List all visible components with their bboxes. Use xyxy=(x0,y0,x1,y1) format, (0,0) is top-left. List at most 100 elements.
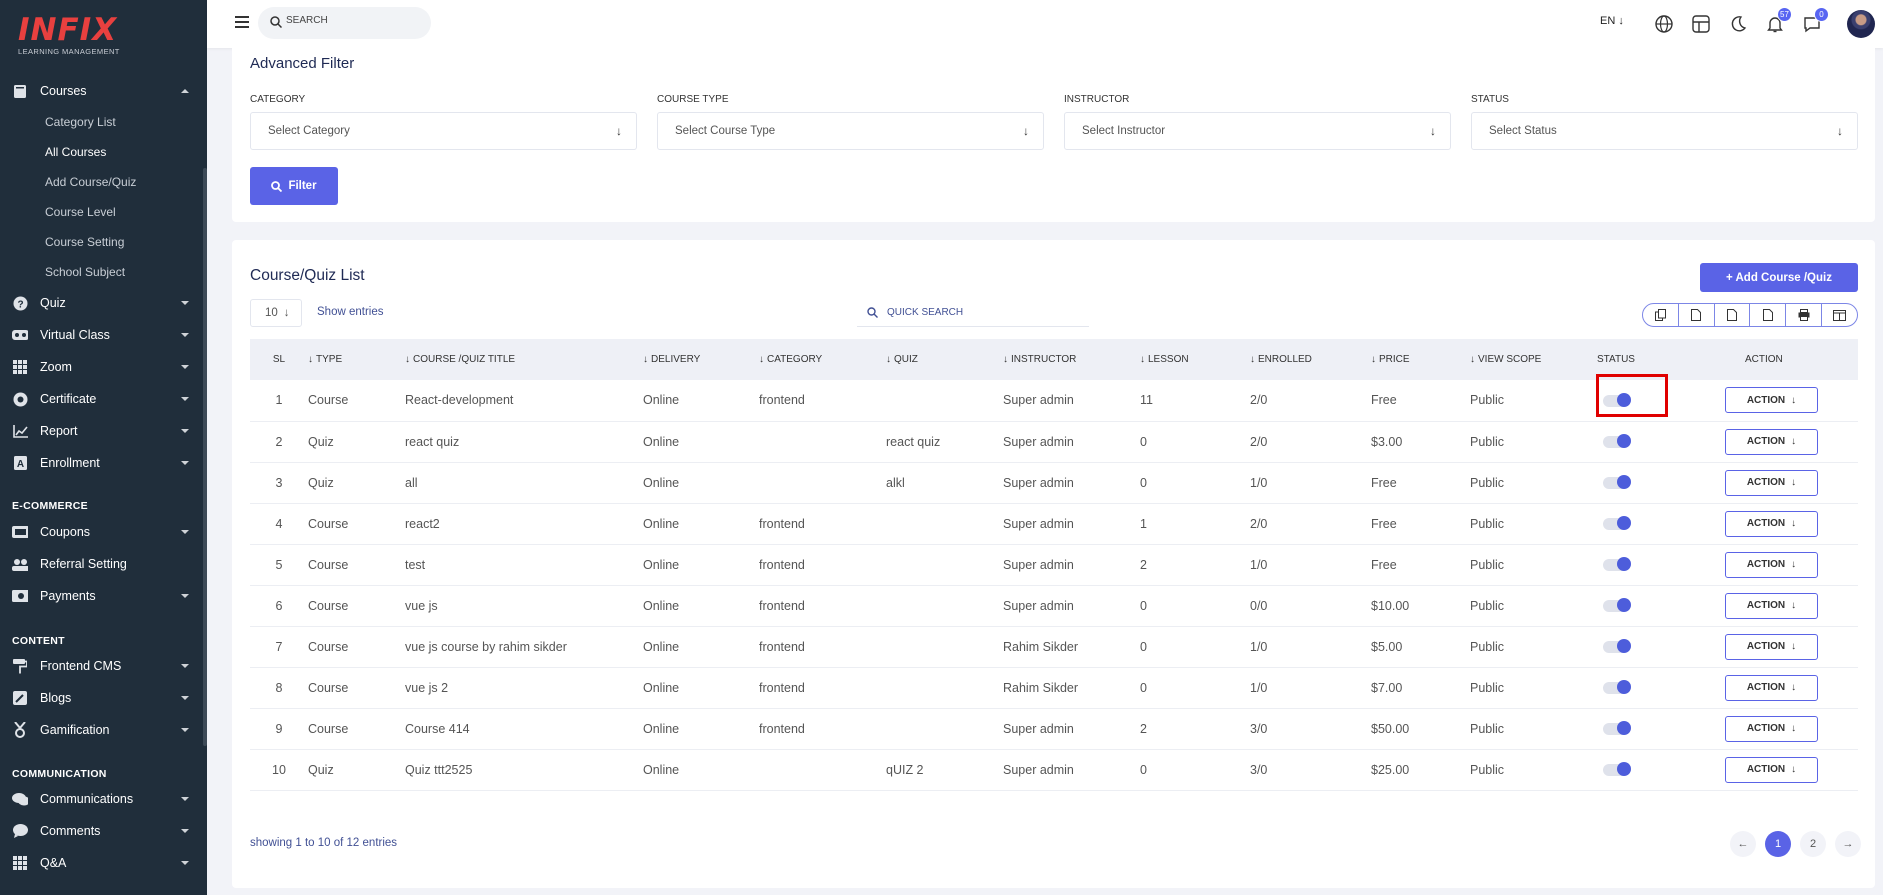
status-toggle[interactable] xyxy=(1603,639,1631,654)
cell-category: frontend xyxy=(759,626,886,668)
column-header-price[interactable]: ↓ PRICE xyxy=(1371,339,1470,380)
action-button[interactable]: ACTION ↓ xyxy=(1725,715,1818,742)
submenu-course-level[interactable]: Course Level xyxy=(45,202,116,222)
sidebar-item-gamification[interactable]: Gamification xyxy=(0,716,203,744)
cell-category: frontend xyxy=(759,503,886,545)
arrow-down-icon: ↓ xyxy=(1430,124,1436,138)
action-button[interactable]: ACTION ↓ xyxy=(1725,592,1818,619)
status-toggle[interactable] xyxy=(1603,762,1631,777)
sidebar-item-certificate[interactable]: Certificate xyxy=(0,385,203,413)
action-button[interactable]: ACTION ↓ xyxy=(1725,633,1818,660)
next-page-button[interactable]: → xyxy=(1835,831,1861,857)
cell-delivery: Online xyxy=(643,544,759,586)
column-header-enrolled[interactable]: ↓ ENROLLED xyxy=(1250,339,1371,380)
status-toggle[interactable] xyxy=(1603,721,1631,736)
sidebar-item-comments[interactable]: Comments xyxy=(0,817,203,845)
layout-icon[interactable] xyxy=(1690,13,1712,35)
sidebar-item-communications[interactable]: Communications xyxy=(0,785,203,813)
column-header-instructor[interactable]: ↓ INSTRUCTOR xyxy=(1003,339,1140,380)
sidebar-item-referral-setting[interactable]: Referral Setting xyxy=(0,550,203,578)
instructor-select[interactable]: Select Instructor ↓ xyxy=(1064,112,1451,150)
message-icon[interactable]: 0 xyxy=(1801,7,1829,35)
cell-view-scope: Public xyxy=(1470,421,1585,463)
search-input[interactable] xyxy=(286,15,416,26)
sidebar-item-zoom[interactable]: Zoom xyxy=(0,353,203,381)
submenu-all-courses[interactable]: All Courses xyxy=(45,142,106,162)
sidebar-item-label: Payments xyxy=(40,589,96,603)
column-header-view-scope[interactable]: ↓ VIEW SCOPE xyxy=(1470,339,1585,380)
page-button-1[interactable]: 1 xyxy=(1765,831,1791,857)
action-button[interactable]: ACTION ↓ xyxy=(1725,387,1818,414)
action-button-label: ACTION xyxy=(1746,477,1786,488)
status-select[interactable]: Select Status ↓ xyxy=(1471,112,1858,150)
hamburger-menu-icon[interactable] xyxy=(235,16,249,28)
pdf-file-icon[interactable] xyxy=(1750,304,1787,326)
sidebar-item-courses[interactable]: Courses xyxy=(0,77,203,105)
search-box[interactable] xyxy=(258,7,431,39)
category-select[interactable]: Select Category ↓ xyxy=(250,112,637,150)
action-button[interactable]: ACTION ↓ xyxy=(1725,469,1818,496)
entries-per-page-select[interactable]: 10 ↓ xyxy=(250,299,302,327)
prev-page-button[interactable]: ← xyxy=(1730,831,1756,857)
search-icon xyxy=(867,307,878,318)
cell-instructor: Super admin xyxy=(1003,749,1140,791)
sidebar-item-virtual-class[interactable]: Virtual Class xyxy=(0,321,203,349)
status-toggle[interactable] xyxy=(1603,434,1631,449)
column-header-title[interactable]: ↓ COURSE /QUIZ TITLE xyxy=(405,339,643,380)
chevron-down-icon xyxy=(181,397,189,401)
cell-type: Course xyxy=(308,503,405,545)
submenu-category-list[interactable]: Category List xyxy=(45,112,116,132)
sidebar-scrollbar[interactable] xyxy=(203,168,207,746)
add-course-quiz-button[interactable]: + Add Course /Quiz xyxy=(1700,263,1858,292)
sidebar-item-report[interactable]: Report xyxy=(0,417,203,445)
cell-instructor: Super admin xyxy=(1003,380,1140,422)
sidebar-item-blogs[interactable]: Blogs xyxy=(0,684,203,712)
chevron-down-icon xyxy=(181,429,189,433)
copy-icon[interactable] xyxy=(1643,304,1679,326)
action-button[interactable]: ACTION ↓ xyxy=(1725,428,1818,455)
excel-file-icon[interactable] xyxy=(1715,304,1751,326)
status-toggle[interactable] xyxy=(1603,598,1631,613)
action-button-label: ACTION xyxy=(1746,641,1786,652)
submenu-course-setting[interactable]: Course Setting xyxy=(45,232,124,252)
print-icon[interactable] xyxy=(1786,304,1823,326)
page-button-2[interactable]: 2 xyxy=(1800,831,1826,857)
action-button[interactable]: ACTION ↓ xyxy=(1725,510,1818,537)
status-toggle[interactable] xyxy=(1603,680,1631,695)
column-header-type[interactable]: ↓ TYPE xyxy=(308,339,405,380)
status-toggle[interactable] xyxy=(1603,557,1631,572)
logo[interactable]: INFIX LEARNING MANAGEMENT xyxy=(18,14,122,56)
globe-icon[interactable] xyxy=(1653,13,1675,35)
message-badge: 0 xyxy=(1814,7,1829,22)
status-toggle[interactable] xyxy=(1603,475,1631,490)
column-header-lesson[interactable]: ↓ LESSON xyxy=(1140,339,1250,380)
arrow-down-icon: ↓ xyxy=(1618,15,1624,27)
chevron-down-icon xyxy=(181,664,189,668)
filter-button[interactable]: Filter xyxy=(250,167,338,205)
column-header-category[interactable]: ↓ CATEGORY xyxy=(759,339,886,380)
csv-file-icon[interactable] xyxy=(1679,304,1715,326)
action-button[interactable]: ACTION ↓ xyxy=(1725,551,1818,578)
cell-type: Course xyxy=(308,626,405,668)
submenu-school-subject[interactable]: School Subject xyxy=(45,262,125,282)
sidebar-item-coupons[interactable]: Coupons xyxy=(0,518,203,546)
action-button[interactable]: ACTION ↓ xyxy=(1725,756,1818,783)
sidebar-item-qa[interactable]: Q&A xyxy=(0,849,203,877)
action-button[interactable]: ACTION ↓ xyxy=(1725,674,1818,701)
bell-icon[interactable]: 57 xyxy=(1764,7,1792,35)
columns-icon[interactable] xyxy=(1822,304,1857,326)
sidebar-item-quiz[interactable]: ? Quiz xyxy=(0,289,203,317)
moon-icon[interactable] xyxy=(1727,13,1749,35)
status-toggle[interactable] xyxy=(1603,516,1631,531)
sidebar-item-payments[interactable]: Payments xyxy=(0,582,203,610)
sidebar-item-frontend-cms[interactable]: Frontend CMS xyxy=(0,652,203,680)
sidebar-item-enrollment[interactable]: A Enrollment xyxy=(0,449,203,477)
column-header-delivery[interactable]: ↓ DELIVERY xyxy=(643,339,759,380)
avatar[interactable] xyxy=(1847,10,1875,38)
submenu-add-course-quiz[interactable]: Add Course/Quiz xyxy=(45,172,136,192)
column-header-quiz[interactable]: ↓ QUIZ xyxy=(886,339,1003,380)
language-selector[interactable]: EN ↓ xyxy=(1600,15,1624,27)
course-type-select[interactable]: Select Course Type ↓ xyxy=(657,112,1044,150)
quick-search-input[interactable]: QUICK SEARCH xyxy=(857,299,1089,327)
toggle-knob xyxy=(1617,680,1631,695)
